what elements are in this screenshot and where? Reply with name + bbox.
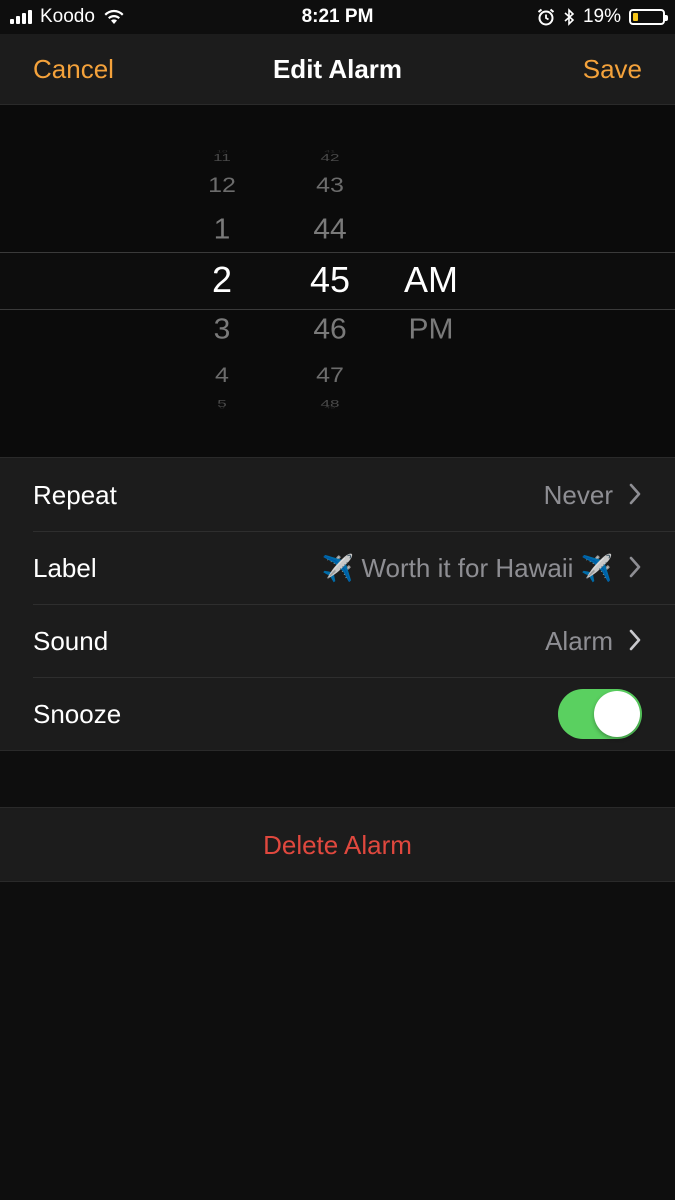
minute-option[interactable]: 47 [290,364,370,385]
period-selected[interactable]: AM [391,262,471,298]
snooze-row: Snooze [0,677,675,750]
period-option[interactable]: PM [391,315,471,344]
chevron-right-icon [629,629,641,651]
alarm-clock-icon [537,8,555,26]
hour-option[interactable]: 12 [187,174,257,195]
sound-label: Sound [33,626,109,656]
bluetooth-icon [564,8,575,26]
battery-percent: 19% [582,6,621,27]
repeat-row[interactable]: Repeat Never [0,458,675,531]
snooze-toggle[interactable] [558,689,642,739]
minute-option[interactable]: 46 [290,315,370,344]
sound-value: Alarm [545,626,613,656]
alarm-settings-list: Repeat Never Label ✈️ Worth it for Hawai… [0,457,675,751]
hour-option[interactable]: 6 [187,406,257,410]
battery-fill [633,13,638,21]
hour-option[interactable]: 3 [187,315,257,344]
minute-selected[interactable]: 45 [290,262,370,298]
status-right: 19% [537,6,668,28]
sound-row[interactable]: Sound Alarm [0,604,675,677]
period-wheel[interactable]: AM PM [391,105,471,457]
nav-bar: Cancel Edit Alarm Save [0,34,675,105]
label-label: Label [33,553,97,583]
snooze-label: Snooze [33,699,122,729]
hour-option[interactable]: 11 [187,152,257,162]
toggle-knob [594,691,640,737]
time-picker[interactable]: 10 11 12 1 2 3 4 5 6 41 42 43 44 45 46 47 48 49 AM PM [0,105,675,457]
chevron-right-icon [629,556,641,578]
minute-option[interactable]: 43 [290,174,370,195]
repeat-value: Never [543,480,613,510]
page-title: Edit Alarm [272,54,403,84]
battery-icon [629,9,668,25]
delete-alarm-button[interactable]: Delete Alarm [0,830,675,861]
chevron-right-icon [629,483,641,505]
minute-wheel[interactable]: 41 42 43 44 45 46 47 48 49 [290,105,370,457]
repeat-label: Repeat [33,480,117,510]
hour-selected[interactable]: 2 [187,262,257,298]
hour-option[interactable]: 1 [187,215,257,244]
minute-option[interactable]: 44 [290,215,370,244]
delete-alarm-row[interactable]: Delete Alarm [0,807,675,882]
save-button[interactable]: Save [583,54,642,85]
hour-wheel[interactable]: 10 11 12 1 2 3 4 5 6 [187,105,257,457]
label-value: ✈️ Worth it for Hawaii ✈️ [321,553,613,583]
status-bar: Koodo 8:21 PM 19% [0,0,675,34]
hour-option[interactable]: 4 [187,364,257,385]
minute-option[interactable]: 42 [290,152,370,162]
label-row[interactable]: Label ✈️ Worth it for Hawaii ✈️ [0,531,675,604]
minute-option[interactable]: 49 [290,406,370,410]
